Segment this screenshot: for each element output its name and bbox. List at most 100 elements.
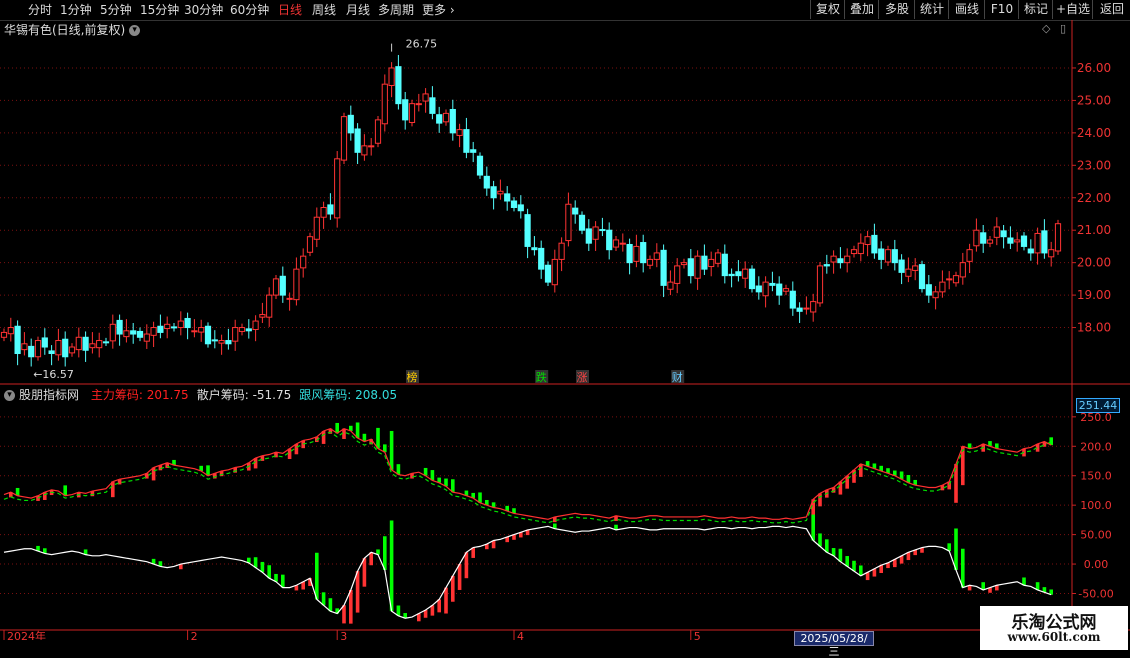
candle-up bbox=[973, 229, 980, 247]
chevron-right-icon[interactable]: › bbox=[446, 3, 455, 17]
candle-down bbox=[735, 271, 742, 277]
candle-down bbox=[136, 330, 144, 338]
candle-up bbox=[946, 278, 953, 281]
indicator-item-label: 散户筹码: bbox=[196, 388, 249, 402]
candle-down bbox=[728, 273, 735, 277]
candle-down bbox=[823, 264, 830, 267]
price-tick-label: 24.00 bbox=[1077, 126, 1111, 140]
indicator-tick-label: 0.00 bbox=[1084, 558, 1109, 571]
retail-chip-bar bbox=[281, 574, 285, 588]
candle-up bbox=[714, 252, 722, 264]
candle-up bbox=[674, 265, 681, 284]
tab-period-3[interactable]: 15分钟 bbox=[140, 2, 179, 18]
tool-button-4[interactable]: 画线 bbox=[948, 0, 985, 19]
candle-down bbox=[837, 258, 844, 264]
candle-down bbox=[62, 338, 69, 358]
candle-up bbox=[497, 190, 504, 195]
date-tick-label: 5 bbox=[694, 630, 701, 640]
retail-chip-bar bbox=[811, 514, 815, 541]
tool-button-1[interactable]: 叠加 bbox=[844, 0, 879, 19]
tool-button-8[interactable]: 返回 bbox=[1092, 0, 1130, 19]
candle-down bbox=[524, 214, 531, 247]
candle-down bbox=[116, 319, 123, 335]
candle-up bbox=[232, 327, 239, 342]
candle-up bbox=[619, 242, 626, 245]
candle-down bbox=[769, 282, 776, 286]
main-chip-bar bbox=[859, 463, 863, 477]
tab-period-1[interactable]: 1分钟 bbox=[60, 2, 92, 18]
tab-period-2[interactable]: 5分钟 bbox=[100, 2, 132, 18]
main-chip-bar bbox=[355, 422, 360, 439]
candle-down bbox=[1020, 235, 1028, 247]
candle-down bbox=[28, 345, 35, 358]
candle-up bbox=[456, 129, 463, 136]
candle-up bbox=[646, 258, 654, 266]
candle-up bbox=[286, 297, 293, 300]
candle-down bbox=[48, 350, 55, 355]
candle-down bbox=[585, 228, 592, 244]
main-chip-bar bbox=[111, 481, 115, 498]
main-chip-bar bbox=[838, 481, 843, 495]
retail-chip-bar bbox=[961, 548, 965, 588]
candle-up bbox=[368, 145, 375, 148]
main-chip-bar bbox=[961, 446, 965, 486]
candle-down bbox=[82, 336, 89, 351]
tab-period-5[interactable]: 60分钟 bbox=[230, 2, 269, 18]
tool-button-0[interactable]: 复权 bbox=[810, 0, 845, 19]
retail-chip-bar bbox=[369, 552, 373, 566]
indicator-tick-label: 200.0 bbox=[1080, 440, 1112, 453]
candle-down bbox=[776, 283, 783, 296]
candle-up bbox=[320, 206, 327, 218]
candle-down bbox=[925, 284, 932, 296]
candle-down bbox=[626, 243, 633, 264]
follow-chip-line bbox=[3, 431, 1052, 524]
candle-down bbox=[1027, 248, 1034, 254]
indicator-tick-label: 50.00 bbox=[1080, 529, 1112, 542]
tab-period-4[interactable]: 30分钟 bbox=[184, 2, 223, 18]
retail-chip-line bbox=[3, 525, 1052, 619]
indicator-title-bar: ▾ 股朋指标网 主力筹码: 201.75 散户筹码: -51.75 跟风筹码: 208… bbox=[4, 386, 397, 403]
tab-period-6[interactable]: 日线 bbox=[278, 2, 302, 18]
candle-up bbox=[96, 340, 103, 349]
candle-up bbox=[912, 265, 919, 271]
retail-chip-bar bbox=[328, 598, 333, 612]
candle-up bbox=[966, 249, 973, 262]
chevron-down-icon[interactable]: ▾ bbox=[4, 390, 15, 401]
tab-period-10[interactable]: 更多 › bbox=[422, 2, 455, 18]
candle-up bbox=[89, 343, 96, 349]
candle-down bbox=[463, 129, 470, 153]
candle-down bbox=[490, 186, 497, 199]
tab-period-0[interactable]: 分时 bbox=[28, 2, 52, 18]
candle-up bbox=[884, 249, 892, 263]
candle-down bbox=[572, 207, 579, 215]
low-marker-label: ←16.57 bbox=[33, 368, 74, 381]
date-tick-label: 3 bbox=[340, 630, 347, 640]
indicator-item-2: 跟风筹码: 208.05 bbox=[299, 388, 397, 402]
tab-period-7[interactable]: 周线 bbox=[312, 2, 336, 18]
candle-up bbox=[293, 268, 300, 301]
tool-button-3[interactable]: 统计 bbox=[914, 0, 949, 19]
tool-button-2[interactable]: 多股 bbox=[878, 0, 915, 19]
price-tick-label: 18.00 bbox=[1077, 321, 1111, 335]
candle-down bbox=[1007, 237, 1014, 244]
candle-up bbox=[612, 239, 620, 248]
date-tick-label: 4 bbox=[517, 630, 524, 640]
tool-button-5[interactable]: F10 bbox=[984, 0, 1019, 19]
tab-period-9[interactable]: 多周期 bbox=[378, 2, 414, 18]
candle-up bbox=[742, 268, 749, 279]
candle-down bbox=[510, 200, 518, 208]
candle-down bbox=[1000, 230, 1007, 238]
candle-up bbox=[1034, 232, 1041, 254]
tool-button-6[interactable]: 标记 bbox=[1018, 0, 1053, 19]
retail-chip-bar bbox=[954, 528, 958, 570]
tool-button-7[interactable]: +自选 bbox=[1052, 0, 1093, 19]
event-badge-label: 涨 bbox=[577, 371, 588, 384]
price-tick-label: 19.00 bbox=[1077, 288, 1111, 302]
main-chip-bar bbox=[151, 467, 156, 481]
candle-up bbox=[905, 268, 912, 277]
tab-period-8[interactable]: 月线 bbox=[346, 2, 370, 18]
indicator-item-value: -51.75 bbox=[248, 388, 292, 402]
candle-up bbox=[986, 239, 994, 244]
candle-down bbox=[891, 249, 898, 264]
price-tick-label: 26.00 bbox=[1077, 61, 1111, 75]
